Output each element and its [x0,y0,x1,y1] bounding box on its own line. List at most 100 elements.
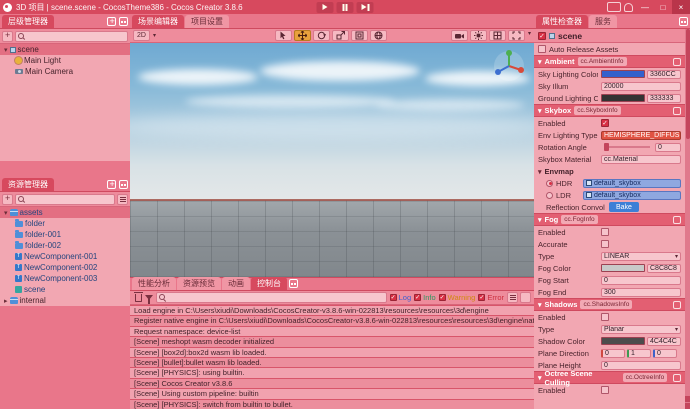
layout-icon[interactable] [607,2,621,12]
move-tool-button[interactable] [294,30,311,41]
console-settings-icon[interactable] [520,292,531,303]
number-input[interactable]: 20000 [601,81,681,91]
tab-profiler[interactable]: 性能分析 [132,277,176,290]
sort-assets-button[interactable] [117,193,128,205]
assets-menu-icon[interactable] [119,180,128,189]
asset-item-internal[interactable]: internal [0,295,130,306]
plane-direction-x-input[interactable]: 0 [601,348,625,358]
log-entry[interactable]: Load engine in C:\Users\xiudi\Downloads\… [130,305,534,316]
number-input[interactable]: 0 [655,142,681,152]
user-icon[interactable] [624,2,633,12]
add-asset-button[interactable] [2,193,13,205]
tab-scene-editor[interactable]: 场景编辑器 [132,15,184,28]
hierarchy-item-main-light[interactable]: Main Light [0,55,130,66]
envmap-subheader[interactable]: Envmap [534,165,685,177]
section-ambient[interactable]: Ambient cc.AmbientInfo [534,55,685,68]
tab-animation[interactable]: 动画 [222,277,250,290]
hdr-asset-field[interactable]: default_skybox [583,178,681,188]
hierarchy-item-scene[interactable]: scene [0,44,130,55]
log-entry[interactable]: [Scene] [bullet]:bullet wasm lib loaded. [130,356,534,368]
asset-item-folder-002[interactable]: folder-002 [0,240,130,251]
slider-handle[interactable] [604,143,609,151]
fullscreen-button[interactable] [507,30,525,41]
help-icon[interactable] [673,57,681,66]
shadows-type-select[interactable]: Planar ▾ [601,324,681,334]
octree-enabled-checkbox[interactable] [601,386,609,394]
add-node-button[interactable] [2,30,13,42]
step-button[interactable] [356,1,374,13]
hex-input[interactable]: C8C8C8 [647,263,681,273]
auto-release-checkbox[interactable] [538,45,546,53]
log-entry[interactable]: [Scene] Cocos Creator v3.8.6 [130,377,534,389]
fog-type-select[interactable]: LINEAR ▾ [601,251,681,261]
section-fog[interactable]: Fog cc.FogInfo [534,213,685,226]
lighting-toggle-button[interactable] [469,30,487,41]
asset-item-scene[interactable]: scene [0,284,130,295]
color-swatch[interactable] [601,337,645,345]
log-entry[interactable]: [Scene] Using custom pipeline: builtin [130,388,534,399]
log-entry[interactable]: Request namespace: device-list [130,325,534,337]
log-entry[interactable]: Register native engine in C:\Users\xiudi… [130,315,534,326]
scrollbar-thumb[interactable] [685,29,690,139]
rotation-angle-slider[interactable] [604,143,650,151]
pause-button[interactable] [336,1,354,13]
asset-item-assets-root[interactable]: assets [0,207,130,218]
console-search-input[interactable] [156,292,387,303]
fog-enabled-checkbox[interactable] [601,228,609,236]
assets-search-input[interactable] [15,193,115,205]
section-octree[interactable]: Octree Scene Culling cc.OctreeInfo [534,369,685,387]
clear-console-icon[interactable] [134,291,143,302]
filter-info[interactable]: Info [414,293,436,302]
console-log-list[interactable]: Load engine in C:\Users\xiudi\Downloads\… [130,305,534,409]
plane-direction-y-input[interactable]: 1 [627,348,651,358]
log-entry[interactable]: [Scene] [PHYSICS]: switch from builtin t… [130,398,534,409]
fog-accurate-checkbox[interactable] [601,240,609,248]
help-icon[interactable] [673,300,681,309]
hex-input[interactable]: 333333 [647,93,681,103]
close-button[interactable]: × [672,0,690,14]
asset-item-newcomponent-003[interactable]: T NewComponent-003 [0,273,130,284]
help-icon[interactable] [673,373,681,382]
log-entry[interactable]: [Scene] [box2d]:box2d wasm lib loaded. [130,346,534,357]
env-lighting-type-select[interactable]: HEMISPHERE_DIFFUSE▾ [601,130,681,140]
skybox-enabled-checkbox[interactable] [601,119,609,127]
axis-gizmo[interactable] [492,49,526,83]
tab-project-settings[interactable]: 项目设置 [185,15,229,28]
asset-item-folder-001[interactable]: folder-001 [0,229,130,240]
scroll-up-arrow[interactable] [685,396,690,402]
ldr-radio[interactable] [546,191,553,199]
color-swatch[interactable] [601,94,645,102]
chevron-down-icon[interactable] [4,45,8,54]
scroll-down-arrow[interactable] [685,403,690,409]
asset-item-folder[interactable]: folder [0,218,130,229]
shadows-enabled-checkbox[interactable] [601,313,609,321]
color-swatch[interactable] [601,70,645,78]
minimize-button[interactable]: — [636,0,654,14]
maximize-button[interactable]: □ [654,0,672,14]
console-panel-menu-icon[interactable] [289,279,298,288]
plane-direction-z-input[interactable]: 0 [653,348,677,358]
hierarchy-search-input[interactable] [15,30,128,42]
number-input[interactable]: 0 [601,275,681,285]
chevron-down-icon[interactable] [4,208,8,217]
scale-tool-button[interactable] [332,30,349,41]
filter-error[interactable]: Error [478,293,504,302]
select-tool-button[interactable] [275,30,292,41]
filter-log[interactable]: Log [389,293,411,302]
tab-assets[interactable]: 资源管理器 [2,178,54,191]
hierarchy-item-main-camera[interactable]: Main Camera [0,66,130,77]
grid-toggle-button[interactable] [488,30,506,41]
console-collapse-icon[interactable] [507,292,518,303]
log-entry[interactable]: [Scene] meshopt wasm decoder initialized [130,336,534,347]
help-icon[interactable] [673,215,681,224]
log-entry[interactable]: [Scene] [PHYSICS]: using builtin. [130,367,534,378]
help-icon[interactable] [673,106,681,115]
asset-item-newcomponent-002[interactable]: T NewComponent-002 [0,262,130,273]
material-field[interactable]: cc.Material [601,154,681,164]
create-asset-icon[interactable] [107,179,116,189]
create-node-icon[interactable] [107,16,116,26]
camera-settings-button[interactable] [450,30,468,41]
inspector-scrollbar[interactable] [685,29,690,409]
bake-button[interactable]: Bake [609,202,639,212]
number-input[interactable]: 300 [601,287,681,297]
